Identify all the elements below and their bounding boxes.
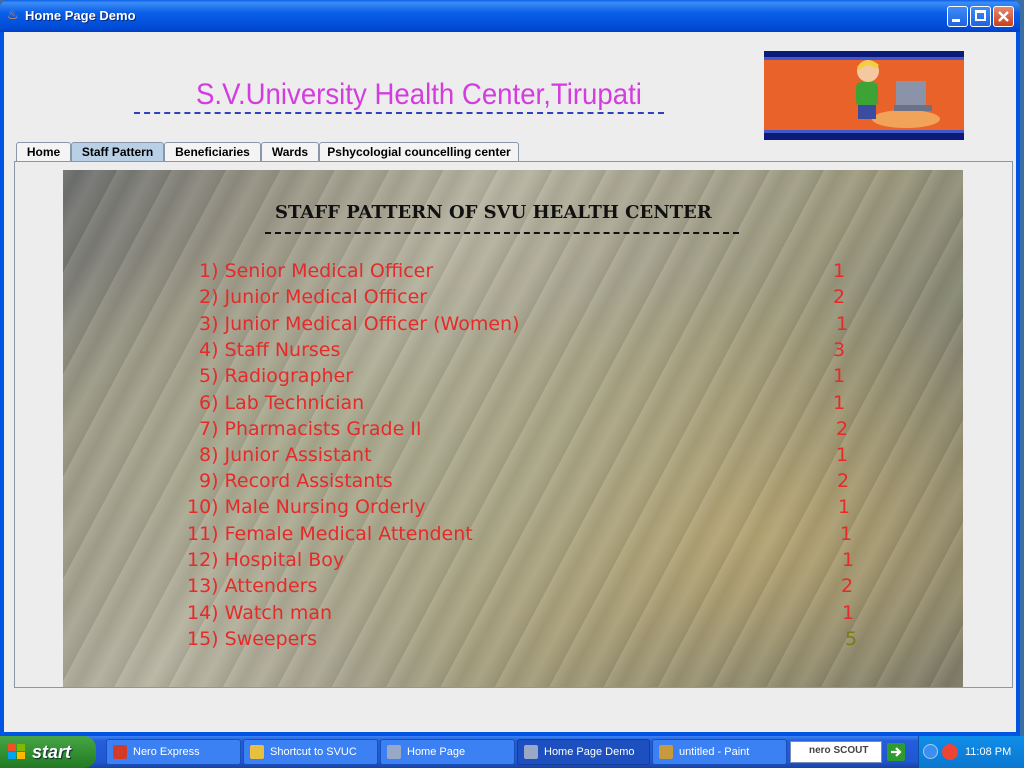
minimize-button[interactable] (947, 6, 968, 27)
staff-count: 1 (842, 549, 855, 571)
taskbar-item-home-page-demo[interactable]: Home Page Demo (517, 739, 650, 765)
staff-count: 1 (836, 444, 849, 466)
tray-expand-icon[interactable] (923, 744, 938, 759)
staff-role: 8) Junior Assistant (199, 444, 372, 466)
heading-underline (134, 112, 664, 114)
staff-role: 6) Lab Technician (199, 392, 365, 414)
system-tray: 11:08 PM (918, 736, 1024, 768)
staff-role: 11) Female Medical Attendent (187, 523, 473, 545)
staff-role: 5) Radiographer (199, 365, 354, 387)
staff-count: 1 (836, 313, 849, 335)
taskbar-item-home-page[interactable]: Home Page (380, 739, 515, 765)
staff-pattern-underline (265, 232, 739, 234)
staff-role: 4) Staff Nurses (199, 339, 341, 361)
nero-icon (113, 745, 127, 759)
taskbar-item-label: Shortcut to SVUC (270, 746, 357, 758)
tab-psychological-counselling[interactable]: Pshycologial councelling center (319, 142, 519, 161)
taskbar-item-shortcut-svuc[interactable]: Shortcut to SVUC (243, 739, 378, 765)
java-icon: ♨ (7, 8, 19, 23)
staff-count: 1 (840, 523, 853, 545)
tray-app-icon[interactable] (942, 744, 958, 760)
start-button[interactable]: start (0, 736, 96, 768)
staff-role: 7) Pharmacists Grade II (199, 418, 422, 440)
staff-count: 2 (836, 418, 849, 440)
taskbar: start Nero Express Shortcut to SVUC Home… (0, 736, 1024, 768)
nero-scout-logo: nero SCOUT (809, 745, 869, 756)
staff-count: 3 (833, 339, 846, 361)
app-window: ♨ Home Page Demo S.V.University Health C… (0, 0, 1020, 736)
nero-scout-box[interactable]: nero SCOUT (790, 741, 882, 763)
taskbar-item-label: Home Page (407, 746, 466, 758)
staff-role: 2) Junior Medical Officer (199, 286, 428, 308)
windows-logo-icon (8, 744, 25, 759)
staff-role: 9) Record Assistants (199, 470, 393, 492)
window-title: Home Page Demo (25, 8, 136, 23)
staff-role: 12) Hospital Boy (187, 549, 345, 571)
staff-role: 13) Attenders (187, 575, 318, 597)
close-icon (998, 11, 1009, 22)
staff-count: 2 (833, 286, 846, 308)
client-area: S.V.University Health Center,Tirupati Ho… (4, 32, 1016, 732)
staff-count: 2 (837, 470, 850, 492)
staff-role: 14) Watch man (187, 602, 333, 624)
staff-pattern-title: STAFF PATTERN OF SVU HEALTH CENTER (275, 202, 712, 223)
tab-beneficiaries[interactable]: Beneficiaries (164, 142, 261, 161)
tab-wards[interactable]: Wards (261, 142, 319, 161)
staff-role: 3) Junior Medical Officer (Women) (199, 313, 520, 335)
tab-staff-pattern[interactable]: Staff Pattern (71, 142, 164, 161)
taskbar-item-label: Home Page Demo (544, 746, 635, 758)
maximize-button[interactable] (970, 6, 991, 27)
java-icon (524, 745, 538, 759)
staff-pattern-image: STAFF PATTERN OF SVU HEALTH CENTER 1) Se… (63, 170, 963, 687)
staff-count: 1 (842, 602, 855, 624)
shortcut-icon (250, 745, 264, 759)
page-heading: S.V.University Health Center,Tirupati (196, 78, 642, 111)
taskbar-item-label: Nero Express (133, 746, 200, 758)
staff-role: 1) Senior Medical Officer (199, 260, 434, 282)
staff-role: 10) Male Nursing Orderly (187, 496, 426, 518)
title-bar[interactable]: ♨ Home Page Demo (0, 0, 1020, 32)
close-button[interactable] (993, 6, 1014, 27)
start-label: start (32, 742, 72, 762)
taskbar-item-label: untitled - Paint (679, 746, 750, 758)
java-icon (387, 745, 401, 759)
staff-count: 2 (841, 575, 854, 597)
tab-home[interactable]: Home (16, 142, 71, 161)
staff-count: 1 (833, 365, 846, 387)
taskbar-item-paint[interactable]: untitled - Paint (652, 739, 787, 765)
staff-count: 1 (833, 260, 846, 282)
staff-count: 1 (838, 496, 851, 518)
banner-image (764, 51, 964, 140)
staff-role: 15) Sweepers (187, 628, 318, 650)
staff-count: 1 (833, 392, 846, 414)
taskbar-item-nero-express[interactable]: Nero Express (106, 739, 241, 765)
go-arrow-icon[interactable] (887, 743, 905, 761)
paint-icon (659, 745, 673, 759)
clock: 11:08 PM (965, 746, 1012, 758)
staff-count: 5 (845, 628, 858, 650)
